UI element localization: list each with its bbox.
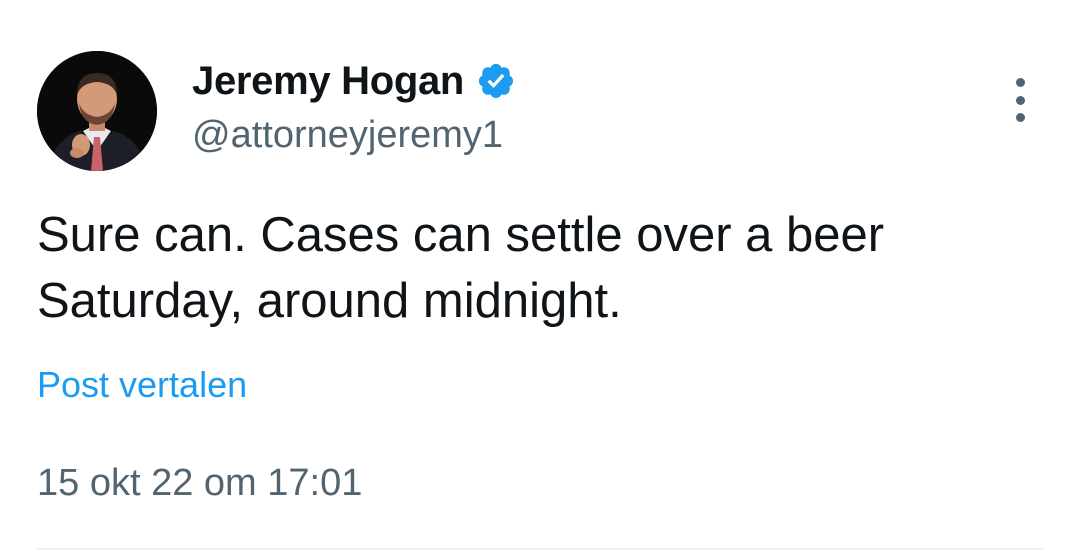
tweet: Jeremy Hogan @attorneyjeremy1 Sure can. … [0,0,1080,554]
tweet-timestamp[interactable]: 15 okt 22 om 17:01 [37,462,362,505]
author-display-name[interactable]: Jeremy Hogan [192,59,464,104]
tweet-text-line: Sure can. Cases can settle over a beer [37,208,885,262]
author-handle[interactable]: @attorneyjeremy1 [192,114,503,157]
tweet-text-line: Saturday, around midnight. [37,274,622,328]
verified-badge-icon [478,63,514,99]
more-vertical-icon[interactable] [1004,78,1036,122]
tweet-text: Sure can. Cases can settle over a beer S… [37,202,1037,334]
avatar[interactable] [37,51,157,171]
translate-post-link[interactable]: Post vertalen [37,364,247,406]
divider [37,548,1043,550]
author-name-row: Jeremy Hogan [192,58,516,104]
